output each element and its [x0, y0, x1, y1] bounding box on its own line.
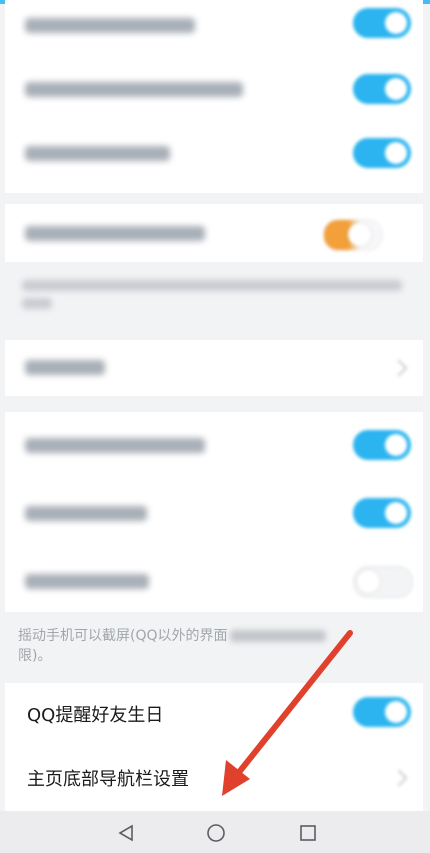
recents-icon[interactable] [296, 821, 320, 845]
back-icon[interactable] [114, 821, 138, 845]
home-icon[interactable] [204, 821, 228, 845]
system-navigation-bar [0, 811, 430, 853]
red-arrow-annotation [0, 0, 430, 853]
